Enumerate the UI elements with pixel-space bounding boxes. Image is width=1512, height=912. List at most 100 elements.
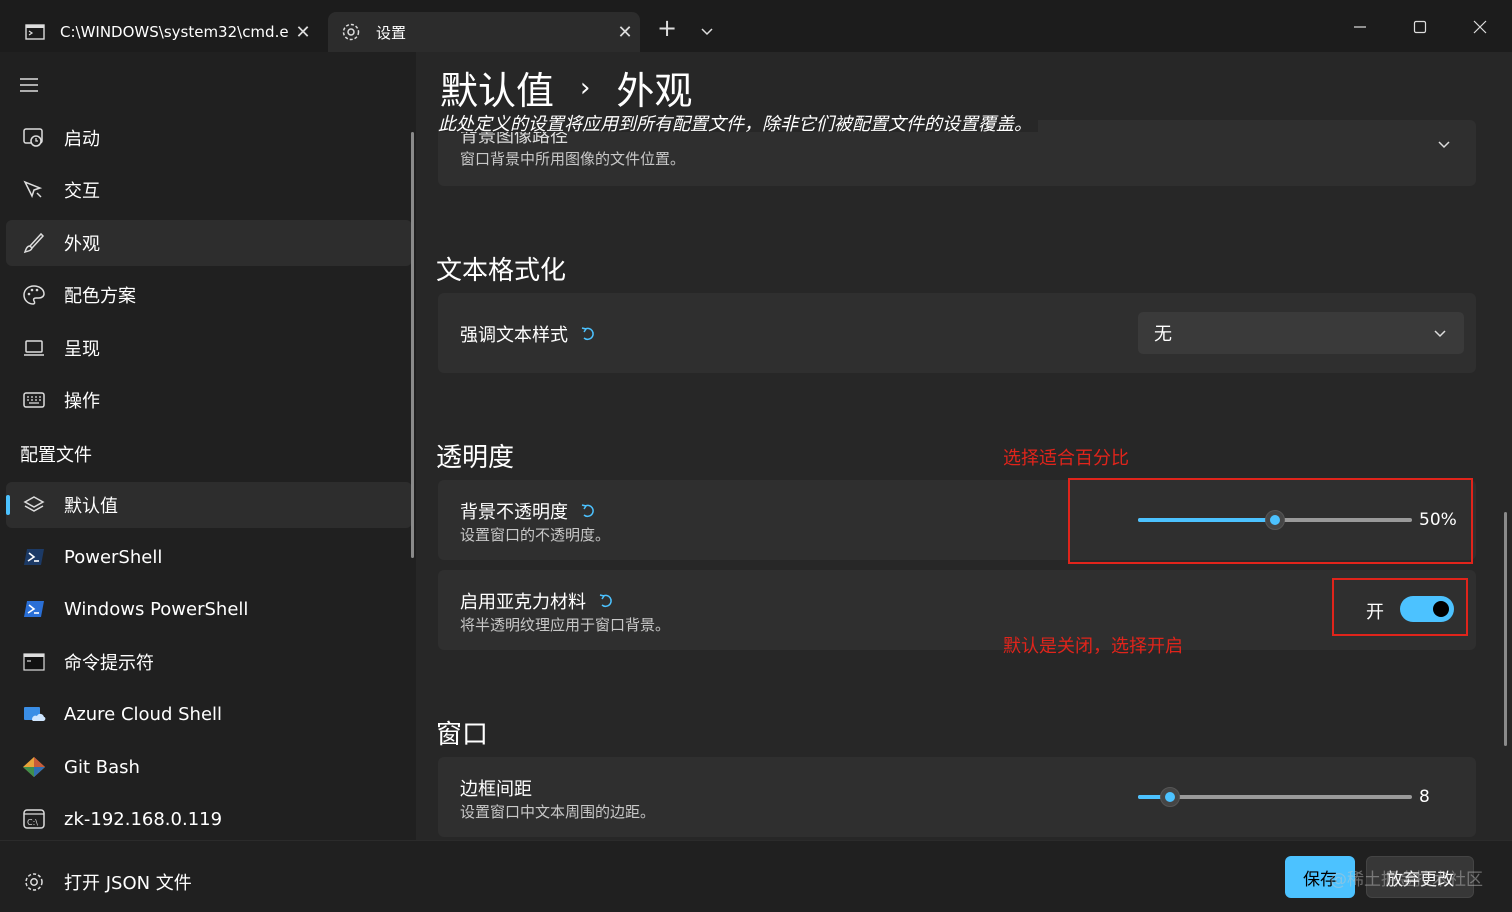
azure-icon <box>20 702 48 726</box>
close-tab-icon[interactable]: ✕ <box>288 22 318 43</box>
padding-slider[interactable] <box>1138 787 1412 807</box>
chevron-down-icon <box>1432 325 1448 341</box>
svg-text:C:\: C:\ <box>27 818 38 827</box>
powershell-icon <box>20 545 48 569</box>
layers-icon <box>20 493 48 517</box>
breadcrumb-parent[interactable]: 默认值 <box>440 60 554 115</box>
startup-icon <box>20 126 48 150</box>
open-json-button[interactable]: 打开 JSON 文件 <box>6 859 192 905</box>
sidebar-item-actions[interactable]: 操作 <box>6 377 412 423</box>
setting-description: 将半透明纹理应用于窗口背景。 <box>460 616 671 634</box>
content-scrollbar[interactable] <box>1504 512 1507 746</box>
setting-description: 窗口背景中所用图像的文件位置。 <box>460 150 686 168</box>
sidebar: 启动 交互 外观 配色方案 呈现 操作 配置文件 默认值 PowerShell … <box>0 52 416 840</box>
intense-text-style-dropdown[interactable]: 无 <box>1138 312 1464 354</box>
reset-icon[interactable] <box>580 503 596 519</box>
selection-indicator <box>6 495 10 515</box>
sidebar-item-label: 配色方案 <box>64 286 136 307</box>
sidebar-scrollbar[interactable] <box>411 132 414 558</box>
sidebar-item-defaults[interactable]: 默认值 <box>6 482 412 528</box>
sidebar-item-windows-powershell[interactable]: Windows PowerShell <box>6 586 412 632</box>
gear-icon <box>20 870 48 894</box>
sidebar-item-color-schemes[interactable]: 配色方案 <box>6 272 412 318</box>
padding-value: 8 <box>1419 787 1430 807</box>
minimize-icon[interactable] <box>1340 10 1380 44</box>
interaction-icon <box>20 178 48 202</box>
slider-thumb[interactable] <box>1160 787 1180 807</box>
settings-content: 默认值 › 外观 背景图像路径 窗口背景中所用图像的文件位置。 此处定义的设置将… <box>416 52 1512 840</box>
sidebar-item-label: 默认值 <box>64 496 118 517</box>
sidebar-item-azure[interactable]: Azure Cloud Shell <box>6 691 412 737</box>
reset-icon[interactable] <box>580 326 596 342</box>
page-subtitle: 此处定义的设置将应用到所有配置文件，除非它们被配置文件的设置覆盖。 <box>438 110 1038 135</box>
dropdown-value: 无 <box>1154 324 1172 345</box>
gear-icon <box>340 23 362 41</box>
breadcrumb-current: 外观 <box>616 69 693 113</box>
git-icon <box>20 755 48 779</box>
sidebar-item-label: zk-192.168.0.119 <box>64 808 223 830</box>
brush-icon <box>20 231 48 255</box>
tab-settings[interactable]: 设置 ✕ <box>328 12 640 52</box>
setting-title: 强调文本样式 <box>460 321 596 347</box>
tab-cmd[interactable]: C:\WINDOWS\system32\cmd.e ✕ <box>12 12 318 52</box>
sidebar-item-label: Git Bash <box>64 756 140 778</box>
keyboard-icon <box>20 388 48 412</box>
chevron-down-icon[interactable] <box>694 18 720 44</box>
maximize-icon[interactable] <box>1400 10 1440 44</box>
sidebar-item-label: 外观 <box>64 234 100 255</box>
setting-description: 设置窗口的不透明度。 <box>460 526 611 544</box>
setting-title-text: 强调文本样式 <box>460 325 568 346</box>
palette-icon <box>20 283 48 307</box>
setting-title: 启用亚克力材料 <box>460 588 614 614</box>
annotation-toggle-box <box>1332 578 1468 636</box>
sidebar-item-label: Windows PowerShell <box>64 598 249 620</box>
windows-powershell-icon <box>20 597 48 621</box>
annotation-slider-box <box>1068 478 1473 564</box>
sidebar-item-rendering[interactable]: 呈现 <box>6 325 412 371</box>
watermark: @稀土掘金技术社区 <box>1330 870 1483 890</box>
sidebar-item-label: 启动 <box>64 129 100 150</box>
sidebar-item-label: 命令提示符 <box>64 653 154 674</box>
section-heading: 透明度 <box>436 443 515 473</box>
new-tab-button[interactable]: + <box>652 14 682 48</box>
cmd-c-icon: C:\ <box>20 807 48 831</box>
setting-title-text: 启用亚克力材料 <box>460 592 586 613</box>
sidebar-item-label: Azure Cloud Shell <box>64 703 223 725</box>
padding-card: 边框间距 设置窗口中文本周围的边距。 8 <box>438 757 1476 837</box>
tab-label: C:\WINDOWS\system32\cmd.e <box>60 23 288 41</box>
laptop-icon <box>20 336 48 360</box>
profiles-header: 配置文件 <box>20 445 92 466</box>
acrylic-card: 启用亚克力材料 将半透明纹理应用于窗口背景。 开 <box>438 570 1476 650</box>
sidebar-item-appearance[interactable]: 外观 <box>6 220 412 266</box>
section-heading: 窗口 <box>436 720 489 750</box>
annotation-toggle-note: 默认是关闭，选择开启 <box>1003 636 1183 657</box>
cmd-icon <box>20 650 48 674</box>
bottom-bar: 打开 JSON 文件 保存 放弃更改 @稀土掘金技术社区 <box>0 840 1512 912</box>
tab-label: 设置 <box>376 23 407 42</box>
sidebar-item-startup[interactable]: 启动 <box>6 115 412 161</box>
setting-description: 设置窗口中文本周围的边距。 <box>460 803 656 821</box>
open-json-label: 打开 JSON 文件 <box>64 873 192 894</box>
sidebar-item-zk-profile[interactable]: C:\ zk-192.168.0.119 <box>6 796 412 842</box>
sidebar-item-powershell[interactable]: PowerShell <box>6 534 412 580</box>
hamburger-menu-icon[interactable] <box>18 76 46 96</box>
sidebar-item-cmd[interactable]: 命令提示符 <box>6 639 412 685</box>
intense-text-style-card: 强调文本样式 无 <box>438 293 1476 373</box>
sidebar-item-git-bash[interactable]: Git Bash <box>6 744 412 790</box>
annotation-slider-note: 选择适合百分比 <box>1003 448 1129 469</box>
sidebar-item-label: 交互 <box>64 181 100 202</box>
close-window-icon[interactable] <box>1460 10 1500 44</box>
setting-title-text: 背景不透明度 <box>460 502 568 523</box>
setting-title: 背景不透明度 <box>460 498 596 524</box>
terminal-icon <box>24 23 46 41</box>
breadcrumb-separator: › <box>580 72 591 103</box>
chevron-down-icon[interactable] <box>1436 136 1452 152</box>
title-bar: C:\WINDOWS\system32\cmd.e ✕ 设置 ✕ + <box>0 0 1512 52</box>
sidebar-item-label: 呈现 <box>64 339 100 360</box>
sidebar-item-label: 操作 <box>64 391 100 412</box>
reset-icon[interactable] <box>598 593 614 609</box>
breadcrumb: 默认值 › 外观 <box>440 60 692 115</box>
setting-title: 边框间距 <box>460 779 532 800</box>
close-tab-icon[interactable]: ✕ <box>610 22 640 43</box>
sidebar-item-interaction[interactable]: 交互 <box>6 167 412 213</box>
